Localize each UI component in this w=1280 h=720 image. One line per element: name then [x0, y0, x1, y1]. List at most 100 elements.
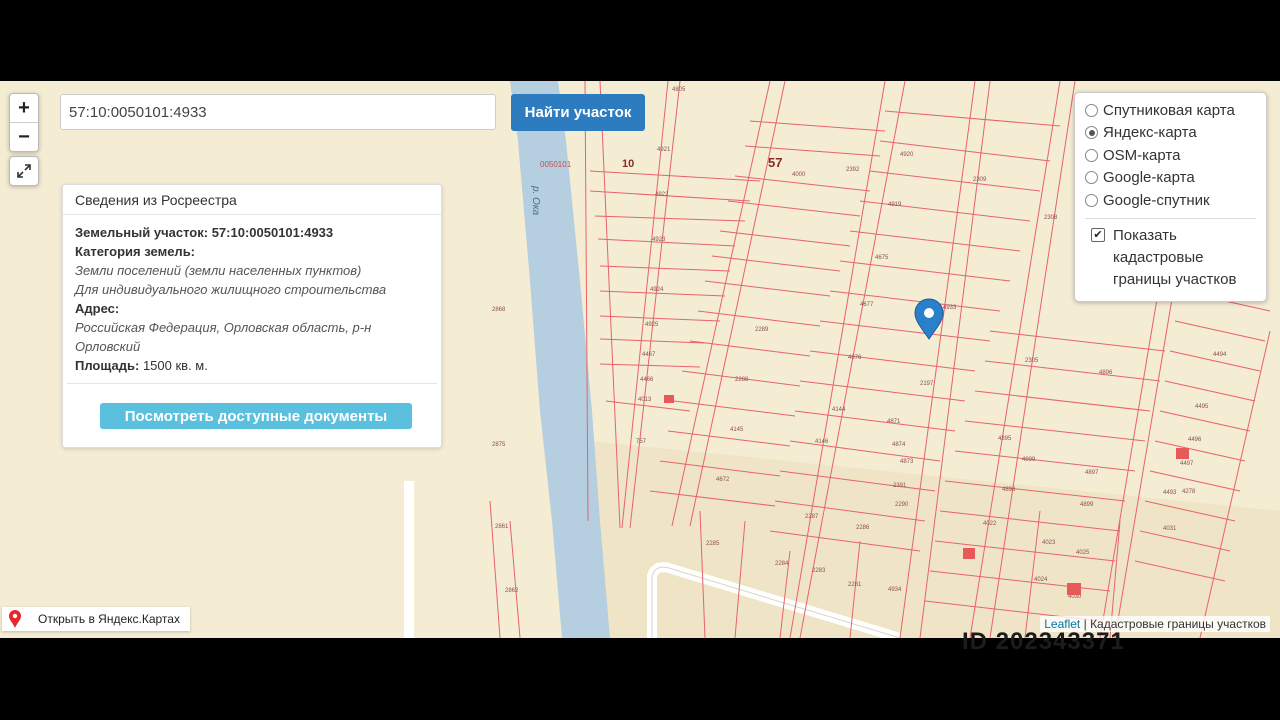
area-value: 1500 кв. м.: [142, 358, 208, 373]
radio-icon[interactable]: [1085, 171, 1098, 185]
yandex-link-label: Открыть в Яндекс.Картах: [38, 612, 180, 626]
parcel-number-label: 4933: [943, 305, 957, 311]
parcel-number-label: 2391: [893, 483, 907, 489]
view-documents-button[interactable]: Посмотреть доступные документы: [100, 403, 412, 429]
zoom-out-button[interactable]: −: [10, 122, 38, 151]
radio-icon[interactable]: [1085, 103, 1098, 117]
expand-icon: [17, 164, 31, 178]
layer-switcher: Спутниковая карта Яндекс-карта OSM-карта…: [1074, 92, 1267, 302]
parcel-highlight: [1067, 583, 1081, 595]
parcel-number-label: 2862: [505, 588, 519, 594]
overlay-label: Показать кадастровые границы участков: [1113, 226, 1237, 288]
find-parcel-button[interactable]: Найти участок: [511, 94, 645, 131]
layer-option-osm[interactable]: OSM-карта: [1085, 144, 1256, 167]
parcel-number-label: 4934: [888, 587, 902, 593]
open-in-yandex-maps-link[interactable]: Открыть в Яндекс.Картах: [2, 607, 190, 631]
cadastral-overlay-toggle[interactable]: ✔ Показать кадастровые границы участков: [1085, 225, 1256, 291]
layer-option-google-map[interactable]: Google-карта: [1085, 167, 1256, 190]
parcel-label: Земельный участок:: [75, 225, 209, 240]
parcel-number-label: 4923: [652, 237, 666, 243]
checkbox-checked-icon[interactable]: ✔: [1091, 227, 1105, 242]
parcel-number-label: 4145: [730, 427, 744, 433]
watermark: ID 202343371: [962, 628, 1125, 655]
divider: [1085, 217, 1256, 219]
yandex-pin-icon: [9, 610, 21, 628]
parcel-number-label: 4466: [640, 377, 654, 383]
parcel-number-label: 4924: [650, 287, 664, 293]
category-label: Категория земель:: [75, 244, 196, 259]
purpose-value: Для индивидуального жилищного строительс…: [75, 282, 387, 297]
parcel-number-label: 2285: [706, 541, 720, 547]
parcel-number-label: 2392: [846, 167, 860, 173]
parcel-number-label: 4805: [672, 87, 686, 93]
parcel-number-label: 4013: [638, 397, 652, 403]
parcel-number-label: 2308: [1044, 215, 1058, 221]
address-value: Российская Федерация, Орловская область,…: [75, 320, 372, 354]
parcel-number-label: 757: [636, 439, 647, 445]
zoom-in-button[interactable]: +: [10, 94, 38, 122]
layer-label: Google-карта: [1103, 169, 1195, 187]
parcel-number-label: 2868: [492, 307, 506, 313]
parcel-number-label: 2286: [856, 525, 870, 531]
parcel-number-label: 2289: [755, 327, 769, 333]
cadastral-search-input[interactable]: [60, 94, 496, 130]
parcel-number-label: 4677: [860, 302, 874, 308]
parcel-number-label: 4022: [983, 521, 997, 527]
parcel-number-label: 4920: [900, 152, 914, 158]
layer-option-google-satellite[interactable]: Google-спутник: [1085, 189, 1256, 212]
parcel-highlight: [664, 395, 674, 403]
parcel-number-label: 2309: [973, 177, 987, 183]
parcel-number-label: 4025: [1076, 550, 1090, 556]
road-left: [404, 481, 414, 638]
parcel-number-label: 2287: [805, 514, 819, 520]
map-viewport[interactable]: 4805 4921 4922 4923 4924 4925 4467 4466 4013 757 4…: [0, 81, 1280, 638]
parcel-highlight: [963, 548, 975, 559]
parcel-number-label: 2288: [735, 377, 749, 383]
parcel-number-label: 4031: [1163, 526, 1177, 532]
parcel-number-label: 2861: [495, 524, 509, 530]
parcel-number-label: 4899: [1022, 457, 1036, 463]
parcel-number-label: 4925: [645, 322, 659, 328]
address-label: Адрес:: [75, 301, 120, 316]
layer-option-satellite[interactable]: Спутниковая карта: [1085, 99, 1256, 122]
parcel-number-label: 4493: [1163, 490, 1177, 496]
info-panel-title: Сведения из Росреестра: [63, 185, 441, 215]
parcel-highlight: [1176, 448, 1189, 459]
parcel-number-label: 4023: [1042, 540, 1056, 546]
layer-label: OSM-карта: [1103, 146, 1181, 164]
layer-label: Яндекс-карта: [1103, 124, 1197, 142]
parcel-number-label: 4144: [832, 407, 846, 413]
parcel-number-label: 2875: [492, 442, 506, 448]
parcel-number-label: 2290: [895, 502, 909, 508]
radio-icon[interactable]: [1085, 148, 1098, 162]
parcel-number-label: 4896: [1099, 370, 1113, 376]
parcel-number-label: 4467: [642, 352, 656, 358]
zoom-control: + −: [9, 93, 39, 152]
parcel-number-label: 4874: [892, 442, 906, 448]
fullscreen-button[interactable]: [9, 156, 39, 186]
parcel-number-label: 2281: [848, 582, 862, 588]
parcel-number-label: 4922: [655, 192, 669, 198]
block-label: 0050101: [540, 160, 572, 169]
radio-icon[interactable]: [1085, 193, 1098, 207]
parcel-number-label: 4897: [1085, 470, 1099, 476]
parcel-number-label: 4278: [1182, 489, 1196, 495]
parcel-number-label: 4494: [1213, 352, 1227, 358]
parcel-number-label: 4495: [1195, 404, 1209, 410]
layer-option-yandex[interactable]: Яндекс-карта: [1085, 122, 1256, 145]
parcel-number-label: 2305: [1025, 358, 1039, 364]
block-label: 10: [622, 158, 634, 170]
parcel-number-label: 4873: [900, 459, 914, 465]
block-label: 57: [768, 155, 782, 170]
parcel-number: 57:10:0050101:4933: [211, 225, 334, 240]
parcel-number-label: 4676: [848, 355, 862, 361]
parcel-number-label: 4919: [888, 202, 902, 208]
parcel-number-label: 4000: [792, 172, 806, 178]
radio-selected-icon[interactable]: [1085, 126, 1098, 140]
parcel-number-label: 4871: [887, 419, 901, 425]
parcel-number-label: 2197: [920, 381, 934, 387]
parcel-number-label: 4496: [1188, 437, 1202, 443]
parcel-number-label: 4898: [1002, 487, 1016, 493]
parcel-number-label: 4024: [1034, 577, 1048, 583]
parcel-number-label: 4497: [1180, 461, 1194, 467]
